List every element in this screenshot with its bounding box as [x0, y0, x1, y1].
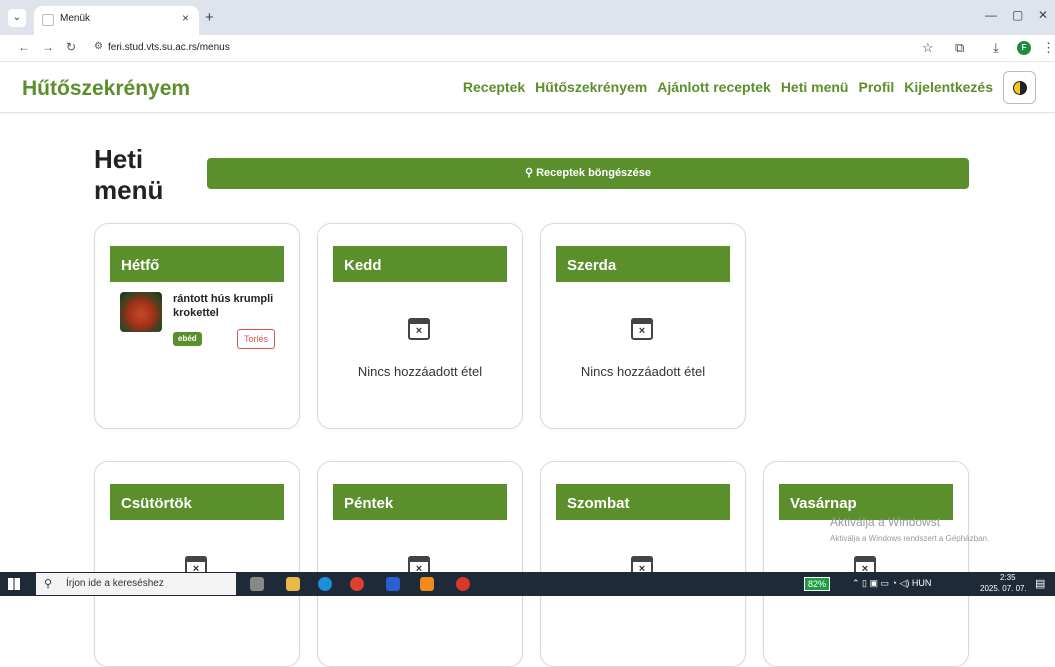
search-icon: ⚲ [524, 167, 537, 179]
day-header: Csütörtök [110, 484, 284, 520]
forward-icon[interactable]: → [42, 40, 54, 54]
nav-kijelentkezes[interactable]: Kijelentkezés [904, 79, 993, 95]
address-bar-row: ← → ↻ ⚙ feri.stud.vts.su.ac.rs/menus ☆ ⧉… [0, 35, 1055, 62]
day-card-hetfo: Hétfő rántott hús krumpli krokettel ebéd… [94, 223, 300, 429]
tray-icons[interactable]: ⌃ ▯ ▣ ▭ ◔ ◁) HUN [852, 578, 931, 589]
taskbar-search-placeholder: Írjon ide a kereséshez [66, 578, 164, 589]
windows-start-icon[interactable] [8, 578, 20, 590]
tab-title: Menük [60, 13, 91, 24]
reload-icon[interactable]: ↻ [66, 40, 76, 54]
empty-calendar-icon: × [629, 315, 655, 341]
site-info-icon[interactable]: ⚙ [94, 41, 103, 52]
task-view-icon[interactable] [250, 577, 264, 591]
battery-indicator[interactable]: 82% [804, 577, 831, 591]
day-card-kedd: Kedd × Nincs hozzáadott étel [317, 223, 523, 429]
url-text[interactable]: feri.stud.vts.su.ac.rs/menus [108, 42, 230, 53]
day-card-szombat: Szombat × [540, 461, 746, 667]
tab-close-icon[interactable]: × [182, 11, 189, 25]
bookmark-star-icon[interactable]: ☆ [922, 40, 934, 56]
restore-icon[interactable]: ▢ [1012, 8, 1023, 22]
nav-ajanlott-receptek[interactable]: Ajánlott receptek [657, 79, 771, 95]
app-red-icon[interactable] [456, 577, 470, 591]
language-indicator[interactable]: HUN [912, 578, 932, 588]
notifications-icon[interactable]: ▤ [1035, 577, 1045, 590]
meal-type-badge: ebéd [173, 332, 202, 346]
chrome-icon[interactable] [350, 577, 364, 591]
day-header: Péntek [333, 484, 507, 520]
minimize-icon[interactable]: — [985, 8, 997, 22]
day-header: Kedd [333, 246, 507, 282]
day-card-pentek: Péntek × [317, 461, 523, 667]
browser-tab[interactable]: Menük × [34, 6, 199, 35]
day-header: Hétfő [110, 246, 284, 282]
day-card-szerda: Szerda × Nincs hozzáadott étel [540, 223, 746, 429]
file-explorer-icon[interactable] [286, 577, 300, 591]
download-icon[interactable]: ⤓ [993, 40, 999, 56]
nav-heti-menu[interactable]: Heti menü [781, 79, 849, 95]
tab-search-chevron-icon[interactable]: ⌄ [8, 9, 26, 27]
app-navbar: Hűtőszekrényem Receptek Hűtőszekrényem A… [0, 63, 1055, 113]
app-l-icon[interactable] [386, 577, 400, 591]
day-card-csutortok: Csütörtök × [94, 461, 300, 667]
nav-links: Receptek Hűtőszekrényem Ajánlott recepte… [463, 79, 993, 95]
edge-icon[interactable] [318, 577, 332, 591]
browser-tab-bar: ⌄ Menük × + — ▢ ✕ [0, 0, 1055, 35]
browse-recipes-button[interactable]: ⚲ Receptek böngészése [207, 158, 969, 189]
more-menu-icon[interactable]: ⋮ [1042, 40, 1055, 56]
windows-activation-text: Aktiválja a Windows rendszert a Gépházba… [830, 534, 990, 543]
nav-hutoszekrenyem[interactable]: Hűtőszekrényem [535, 79, 647, 95]
url-omnibox[interactable]: ⚙ feri.stud.vts.su.ac.rs/menus [86, 38, 906, 58]
meal-image[interactable] [120, 292, 162, 332]
empty-calendar-icon: × [406, 315, 432, 341]
profile-avatar[interactable]: F [1017, 41, 1031, 55]
day-card-vasarnap: Vasárnap × [763, 461, 969, 667]
brand-logo[interactable]: Hűtőszekrényem [22, 77, 190, 101]
delete-meal-button[interactable]: Torlés [237, 329, 275, 349]
clock-time[interactable]: 2:35 [1000, 573, 1016, 582]
back-icon[interactable]: ← [18, 40, 30, 54]
browse-recipes-label: Receptek böngészése [536, 167, 652, 179]
windows-taskbar: ⚲ Írjon ide a kereséshez 82% ⌃ ▯ ▣ ▭ ◔ ◁… [0, 572, 1055, 596]
day-header: Szombat [556, 484, 730, 520]
theme-toggle-button[interactable] [1003, 71, 1036, 104]
taskbar-search-box[interactable]: ⚲ Írjon ide a kereséshez [36, 573, 236, 595]
nav-profil[interactable]: Profil [859, 79, 895, 95]
tab-favicon-icon [42, 14, 54, 26]
windows-activation-title: Aktiválja a Windowst [830, 515, 941, 529]
new-tab-icon[interactable]: + [205, 9, 214, 26]
day-header: Szerda [556, 246, 730, 282]
close-window-icon[interactable]: ✕ [1038, 8, 1048, 22]
page-title: Heti menü [94, 144, 164, 205]
extensions-icon[interactable]: ⧉ [955, 40, 964, 56]
clock-date[interactable]: 2025. 07. 07. [980, 584, 1027, 593]
search-icon: ⚲ [44, 578, 53, 590]
nav-receptek[interactable]: Receptek [463, 79, 525, 95]
xampp-icon[interactable] [420, 577, 434, 591]
empty-message: Nincs hozzáadott étel [357, 364, 483, 379]
empty-message: Nincs hozzáadott étel [580, 364, 706, 379]
meal-name[interactable]: rántott hús krumpli krokettel [173, 292, 283, 320]
theme-icon [1013, 81, 1027, 95]
